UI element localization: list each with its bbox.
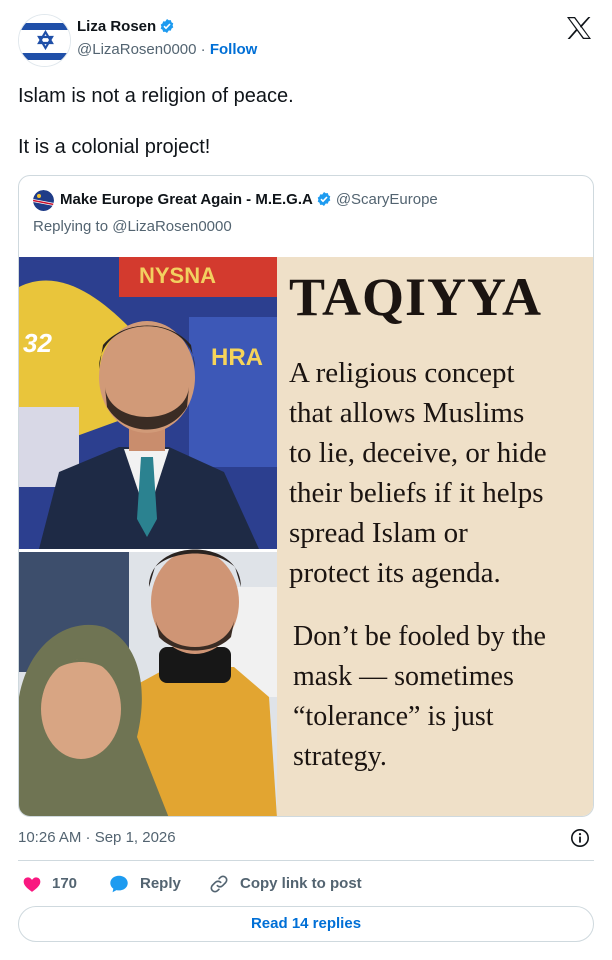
quoted-author-name[interactable]: Make Europe Great Again - M.E.G.A	[60, 191, 313, 208]
photo-sign-nysna: NYSNA	[139, 263, 216, 288]
author-handle-line: @LizaRosen0000 · Follow	[77, 40, 257, 60]
quoted-author-handle[interactable]: @ScaryEurope	[336, 191, 438, 208]
author-handle[interactable]: @LizaRosen0000	[77, 41, 196, 58]
link-icon	[210, 875, 228, 893]
reply-button[interactable]: Reply	[108, 872, 181, 896]
quoted-author-line: Make Europe Great Again - M.E.G.A @ScaryE…	[60, 190, 438, 210]
israel-flag-avatar	[19, 15, 70, 66]
meme-footer-line: Don’t be fooled by the	[293, 621, 546, 652]
verified-badge-icon	[317, 192, 331, 206]
photo-collage: NYSNA 32 HRA	[19, 257, 277, 816]
meme-body-line: A religious concept	[289, 357, 515, 389]
globe-flag-avatar	[33, 190, 54, 211]
meme-footer: Don’t be fooled by the mask — sometimes …	[293, 617, 591, 777]
meme-text-panel: TAQIYYA A religious concept that allows …	[277, 257, 593, 816]
like-count: 170	[52, 875, 78, 892]
author-name[interactable]: Liza Rosen	[77, 17, 175, 37]
author-avatar[interactable]	[18, 14, 71, 67]
meme-body: A religious concept that allows Muslims …	[289, 353, 589, 593]
footer-divider	[18, 860, 594, 861]
meme-body-line: protect its agenda.	[289, 557, 501, 589]
read-replies-button[interactable]: Read 14 replies	[18, 906, 594, 942]
quoted-tweet-card[interactable]: Make Europe Great Again - M.E.G.A @ScaryE…	[18, 175, 594, 817]
verified-badge-icon	[160, 19, 174, 33]
photo-sign-hra: HRA	[211, 344, 263, 371]
quoted-author-avatar[interactable]	[33, 190, 54, 211]
tweet-text-line-2: It is a colonial project!	[18, 136, 211, 158]
copy-link-button[interactable]: Copy link to post	[208, 872, 362, 896]
meme-footer-line: “tolerance” is just	[293, 701, 494, 732]
quoted-media-image[interactable]: NYSNA 32 HRA TAQIYYA A religious concept…	[19, 257, 593, 816]
meme-body-line: their beliefs if it helps	[289, 477, 544, 509]
like-button[interactable]: 170	[22, 872, 77, 896]
reply-bubble-icon	[110, 875, 128, 893]
tweet-text-line-1: Islam is not a religion of peace.	[18, 85, 294, 107]
meme-footer-line: strategy.	[293, 741, 387, 772]
x-logo-icon[interactable]	[566, 16, 592, 40]
heart-icon	[23, 877, 41, 892]
reply-label: Reply	[140, 875, 181, 892]
info-icon[interactable]	[570, 828, 590, 848]
meme-body-line: that allows Muslims	[289, 397, 525, 429]
post-timestamp[interactable]: 10:26 AM · Sep 1, 2026	[18, 828, 176, 848]
author-name-text[interactable]: Liza Rosen	[77, 18, 156, 35]
photo-sign-32: 32	[23, 328, 52, 358]
separator-dot: ·	[200, 41, 206, 58]
meme-body-line: to lie, deceive, or hide	[289, 437, 547, 469]
copy-link-label: Copy link to post	[240, 875, 362, 892]
meme-title: TAQIYYA	[289, 267, 543, 327]
follow-button[interactable]: Follow	[210, 41, 258, 58]
meme-footer-line: mask — sometimes	[293, 661, 514, 692]
replying-to-text: Replying to @LizaRosen0000	[33, 218, 232, 235]
meme-body-line: spread Islam or	[289, 517, 468, 549]
